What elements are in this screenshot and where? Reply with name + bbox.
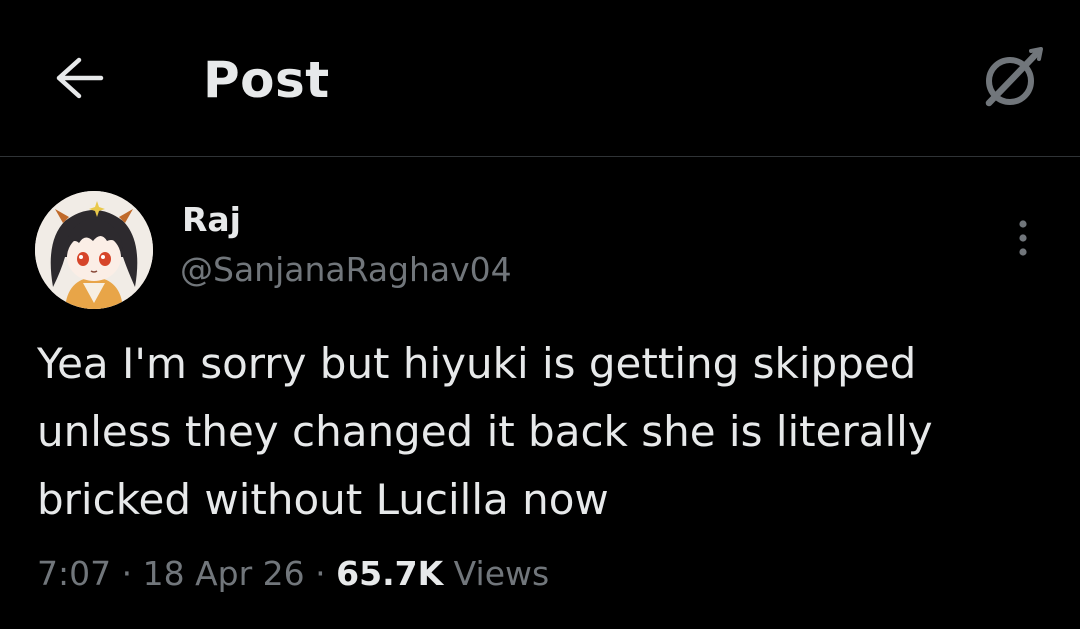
avatar[interactable] bbox=[35, 191, 153, 309]
post-date[interactable]: 18 Apr 26 bbox=[143, 554, 305, 593]
post-time[interactable]: 7:07 bbox=[37, 554, 111, 593]
author-name[interactable]: Raj bbox=[182, 198, 241, 242]
views-label: Views bbox=[453, 554, 550, 593]
page-title: Post bbox=[203, 51, 330, 109]
arrow-left-icon bbox=[53, 56, 105, 104]
grok-icon bbox=[979, 45, 1045, 115]
avatar-image bbox=[35, 191, 153, 309]
meta-separator: · bbox=[315, 554, 326, 593]
more-vertical-icon bbox=[1015, 218, 1031, 262]
author-handle[interactable]: @SanjanaRaghav04 bbox=[180, 248, 512, 292]
back-button[interactable] bbox=[48, 52, 110, 108]
views-count[interactable]: 65.7K bbox=[336, 554, 443, 593]
post-meta: 7:07 · 18 Apr 26 · 65.7K Views bbox=[37, 552, 549, 596]
grok-button[interactable] bbox=[975, 45, 1049, 115]
meta-separator: · bbox=[121, 554, 133, 593]
top-bar: Post bbox=[0, 0, 1080, 157]
post-text: Yea I'm sorry but hiyuki is getting skip… bbox=[37, 339, 933, 524]
more-options-button[interactable] bbox=[1000, 212, 1046, 268]
